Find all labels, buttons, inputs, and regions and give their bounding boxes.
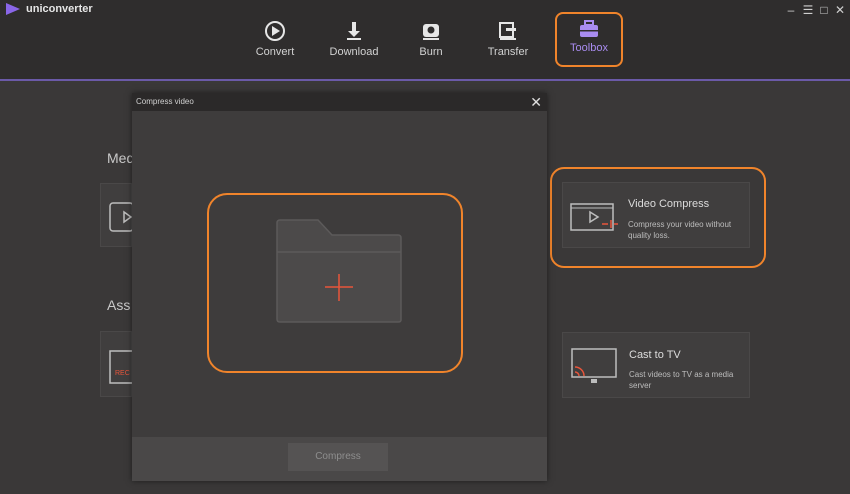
menu-button[interactable]: ☰ (801, 3, 815, 17)
nav-convert-label: Convert (255, 46, 295, 58)
compress-video-dialog: Compress video ✕ Compress (132, 93, 547, 481)
screen-recorder-card[interactable]: REC (100, 331, 133, 397)
cast-to-tv-title: Cast to TV (629, 349, 681, 361)
section-title-media: Med (107, 150, 135, 166)
screen-recorder-icon (109, 350, 133, 384)
nav-download[interactable]: Download (318, 20, 390, 68)
cast-to-tv-desc: Cast videos to TV as a media server (629, 370, 734, 390)
nav-convert[interactable]: Convert (239, 20, 311, 68)
maximize-button[interactable]: □ (817, 3, 831, 17)
dialog-header: Compress video ✕ (132, 93, 547, 111)
nav-transfer[interactable]: Transfer (472, 20, 544, 68)
nav-transfer-label: Transfer (487, 46, 529, 58)
app-name: uniconverter (26, 3, 93, 15)
video-compress-card[interactable]: Video Compress Compress your video witho… (562, 182, 750, 248)
add-file-drop-zone[interactable] (207, 193, 463, 373)
toolbox-icon (580, 20, 598, 37)
nav-toolbox-label: Toolbox (570, 42, 608, 54)
uniconverter-logo-icon (6, 3, 20, 15)
download-icon (347, 22, 361, 40)
nav-toolbox[interactable]: Toolbox (555, 12, 623, 67)
nav-burn-label: Burn (419, 46, 443, 58)
media-card-left[interactable] (100, 183, 133, 247)
dialog-footer: Compress (132, 437, 547, 481)
convert-icon (265, 21, 285, 41)
burn-icon (423, 24, 439, 40)
nav-burn[interactable]: Burn (395, 20, 467, 68)
section-title-assistant: Ass (107, 297, 131, 313)
video-compress-icon (570, 203, 618, 231)
cast-to-tv-card[interactable]: Cast to TV Cast videos to TV as a media … (562, 332, 750, 398)
add-folder-icon (276, 219, 402, 323)
compress-button[interactable]: Compress (288, 443, 388, 471)
title-bar: uniconverter – ☰ □ ✕ Convert Download Bu… (0, 0, 850, 81)
video-compress-desc: Compress your video without quality loss… (628, 220, 732, 240)
rec-label: REC (115, 370, 130, 377)
minimize-button[interactable]: – (784, 3, 798, 17)
close-window-button[interactable]: ✕ (833, 3, 847, 17)
dialog-title: Compress video (136, 97, 194, 106)
video-compress-title: Video Compress (628, 198, 710, 210)
cast-tv-icon (571, 348, 617, 383)
dialog-close-button[interactable]: ✕ (530, 93, 542, 111)
video-play-icon (109, 202, 133, 232)
app-logo: uniconverter (6, 3, 93, 15)
transfer-icon (499, 22, 516, 40)
nav-download-label: Download (329, 46, 379, 58)
